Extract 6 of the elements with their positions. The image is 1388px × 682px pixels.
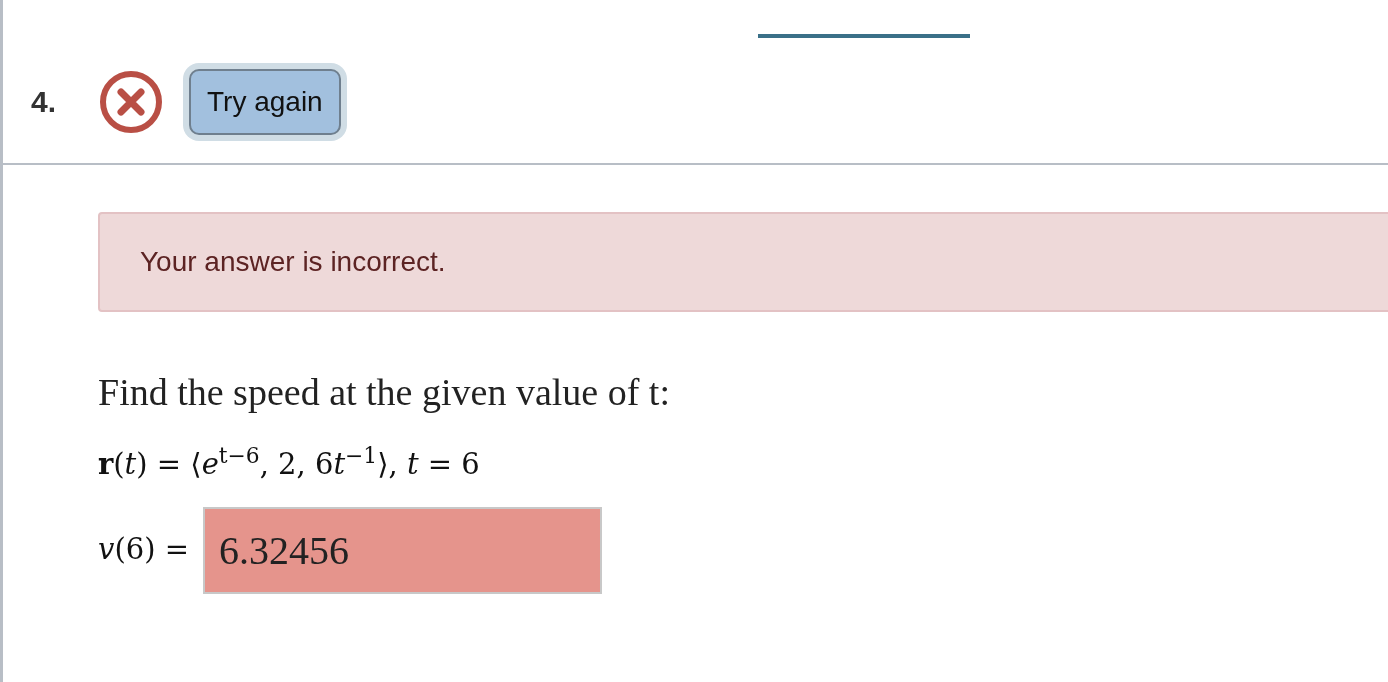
answer-field[interactable]: 6.32456 — [203, 506, 602, 594]
question-text: Find the speed at the given value of t: — [98, 370, 671, 415]
error-alert: Your answer is incorrect. — [98, 212, 1388, 312]
formula: r(t) = ⟨e$^{t−6}$, 2, 6t$^{−1}$⟩, t = 6 — [98, 443, 480, 483]
answer-label: v(6) = — [98, 531, 189, 569]
question-number: 4. — [31, 84, 58, 120]
